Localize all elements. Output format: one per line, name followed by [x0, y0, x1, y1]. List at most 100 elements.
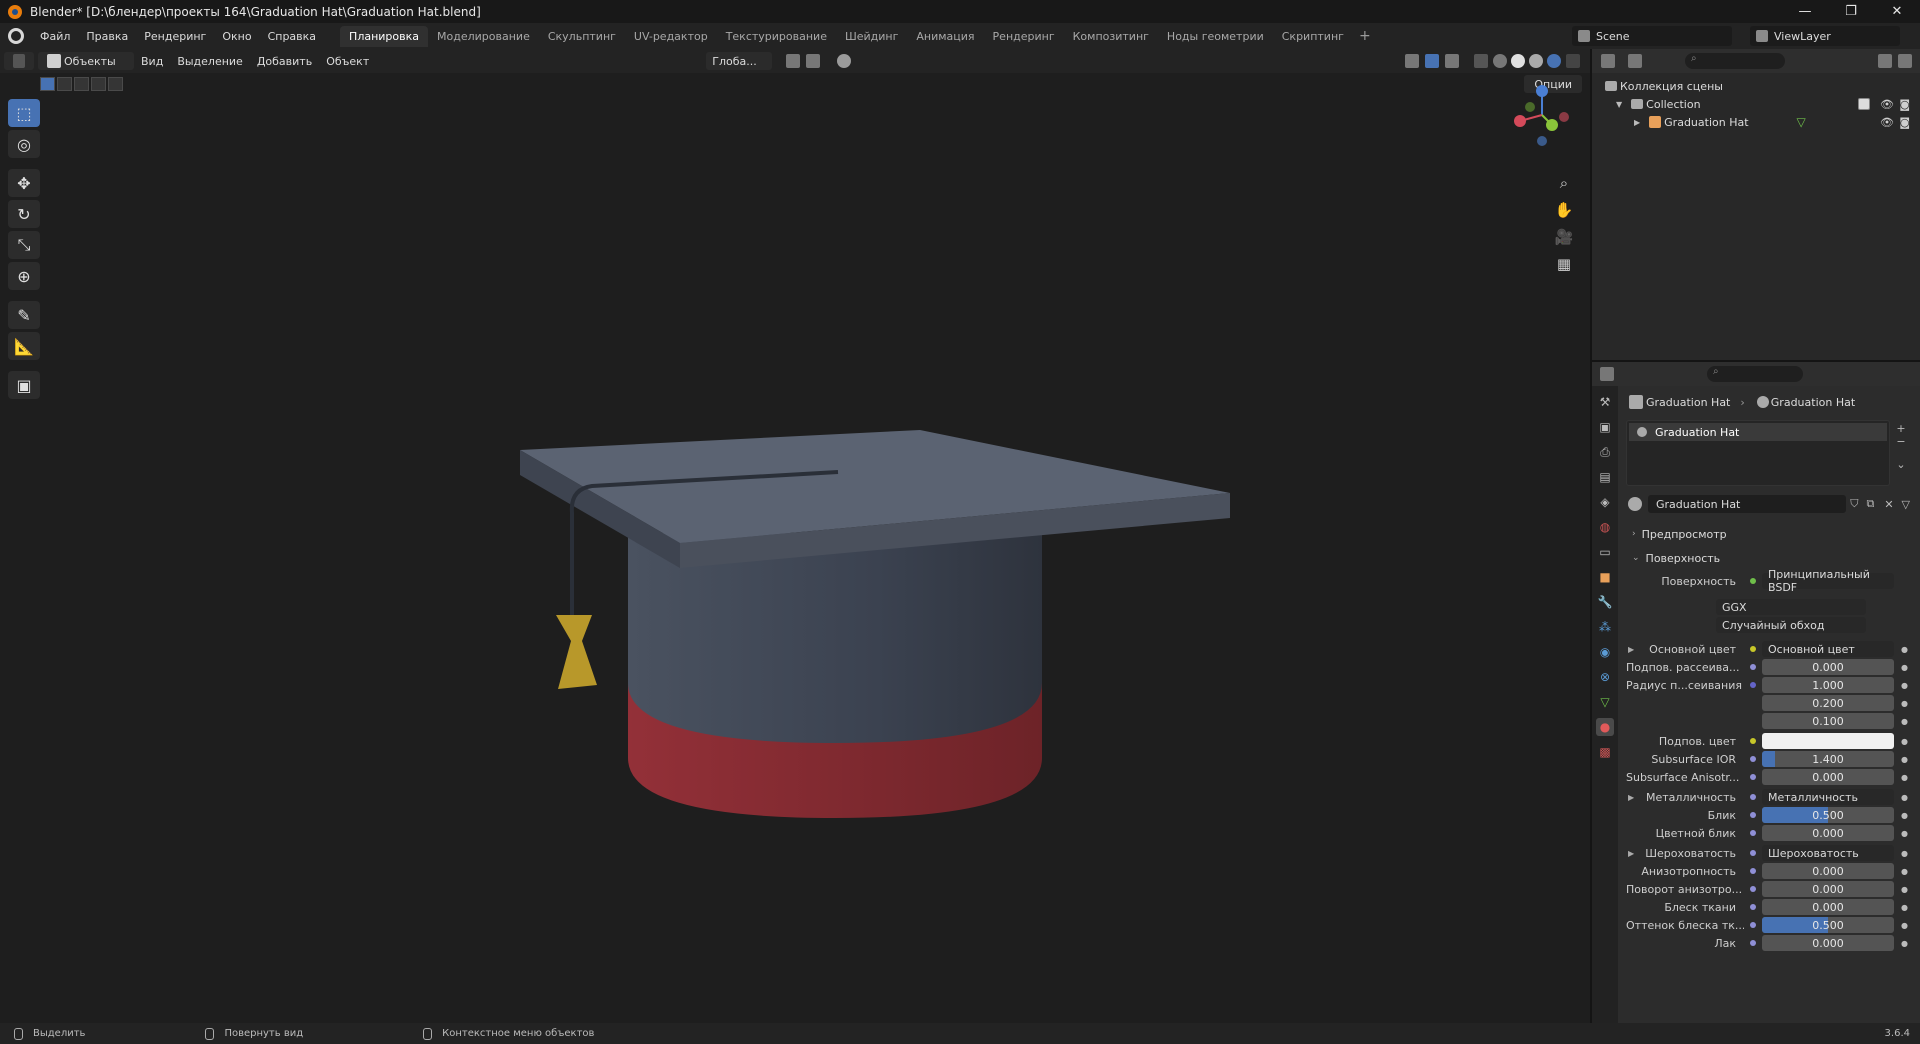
select-invert-icon[interactable]: [91, 77, 106, 91]
outliner-collection[interactable]: ▼ Collection 👁 ◙: [1592, 95, 1920, 113]
bsdf-value-field[interactable]: 0.100: [1762, 713, 1894, 729]
navigation-gizmo[interactable]: [1500, 81, 1570, 147]
tab-rendering[interactable]: Рендеринг: [984, 26, 1064, 47]
z-axis-icon[interactable]: [1536, 85, 1548, 97]
socket-dot-icon[interactable]: [1750, 682, 1756, 688]
keyframe-dot-icon[interactable]: ●: [1901, 663, 1908, 672]
outliner-scene-collection[interactable]: Коллекция сцены: [1592, 77, 1920, 95]
material-name-field[interactable]: Graduation Hat: [1648, 495, 1847, 513]
keyframe-dot-icon[interactable]: ●: [1901, 737, 1908, 746]
particles-tab-icon[interactable]: ⁂: [1596, 618, 1614, 636]
socket-dot-icon[interactable]: [1750, 774, 1756, 780]
mode-selector[interactable]: Объекты: [38, 52, 134, 70]
keyframe-dot-icon[interactable]: ●: [1901, 903, 1908, 912]
duplicate-material-icon[interactable]: ⧉: [1866, 497, 1874, 511]
socket-dot-icon[interactable]: [1750, 664, 1756, 670]
socket-dot-icon[interactable]: [1750, 812, 1756, 818]
exclude-checkbox[interactable]: [1858, 98, 1870, 110]
bsdf-link-field[interactable]: Металличность: [1762, 789, 1894, 805]
pan-hand-icon[interactable]: ✋: [1554, 200, 1574, 220]
bsdf-link-field[interactable]: Шероховатость: [1762, 845, 1894, 861]
menu-render[interactable]: Рендеринг: [136, 30, 214, 43]
tab-modeling[interactable]: Моделирование: [428, 26, 539, 47]
tab-scripting[interactable]: Скриптинг: [1273, 26, 1353, 47]
tab-sculpting[interactable]: Скульптинг: [539, 26, 625, 47]
distribution-dropdown[interactable]: GGX: [1716, 599, 1866, 615]
wireframe-shading-icon[interactable]: [1493, 54, 1507, 68]
preview-panel-header[interactable]: › Предпросмотр: [1626, 524, 1912, 544]
output-tab-icon[interactable]: ⎙: [1596, 443, 1614, 461]
editor-type-button[interactable]: [4, 52, 34, 70]
bsdf-value-field[interactable]: 0.200: [1762, 695, 1894, 711]
socket-dot-icon[interactable]: [1750, 646, 1756, 652]
camera-view-icon[interactable]: 🎥: [1554, 227, 1574, 247]
surface-panel-header[interactable]: ⌄ Поверхность: [1626, 548, 1912, 568]
add-cube-tool[interactable]: ▣: [8, 371, 40, 399]
keyframe-dot-icon[interactable]: ●: [1901, 829, 1908, 838]
socket-dot-icon[interactable]: [1750, 738, 1756, 744]
data-tab-icon[interactable]: ▽: [1596, 693, 1614, 711]
bsdf-value-field[interactable]: 0.500: [1762, 917, 1894, 933]
collection-tab-icon[interactable]: ▭: [1596, 543, 1614, 561]
menu-view[interactable]: Вид: [134, 55, 170, 68]
select-box-tool[interactable]: ⬚: [8, 99, 40, 127]
socket-dot-icon[interactable]: [1750, 830, 1756, 836]
cursor-tool[interactable]: ◎: [8, 130, 40, 158]
keyframe-dot-icon[interactable]: ●: [1901, 885, 1908, 894]
outliner-object-graduation-hat[interactable]: ▶ Graduation Hat ▽ 👁 ◙: [1592, 113, 1920, 131]
minimize-button[interactable]: —: [1782, 0, 1828, 23]
x-axis-icon[interactable]: [1514, 115, 1526, 127]
maximize-button[interactable]: ❐: [1828, 0, 1874, 23]
neg-y-axis-icon[interactable]: [1525, 102, 1535, 112]
socket-dot-icon[interactable]: [1750, 794, 1756, 800]
color-swatch[interactable]: [1762, 733, 1894, 749]
world-tab-icon[interactable]: ◍: [1596, 518, 1614, 536]
keyframe-dot-icon[interactable]: ●: [1901, 699, 1908, 708]
snap-icon[interactable]: [806, 54, 821, 68]
socket-dot-icon[interactable]: [1750, 886, 1756, 892]
bsdf-value-field[interactable]: 0.000: [1762, 935, 1894, 951]
keyframe-dot-icon[interactable]: ●: [1901, 717, 1908, 726]
neg-x-axis-icon[interactable]: [1559, 112, 1569, 122]
add-workspace-button[interactable]: +: [1353, 28, 1377, 44]
keyframe-dot-icon[interactable]: ●: [1901, 645, 1908, 654]
proportional-edit-icon[interactable]: [837, 54, 852, 68]
solid-shading-icon[interactable]: [1511, 54, 1525, 68]
socket-dot-icon[interactable]: [1750, 868, 1756, 874]
scene-tab-icon[interactable]: ◈: [1596, 493, 1614, 511]
neg-z-axis-icon[interactable]: [1537, 136, 1547, 146]
link-data-icon[interactable]: ▽: [1902, 498, 1910, 511]
display-mode-icon[interactable]: [1628, 54, 1642, 68]
bsdf-value-field[interactable]: 1.400: [1762, 751, 1894, 767]
select-subtract-icon[interactable]: [74, 77, 89, 91]
socket-dot-icon[interactable]: [1750, 850, 1756, 856]
modifier-tab-icon[interactable]: 🔧: [1596, 593, 1614, 611]
material-tab-icon[interactable]: ●: [1596, 718, 1614, 736]
add-slot-button[interactable]: +: [1890, 422, 1912, 435]
rotate-tool[interactable]: ↻: [8, 200, 40, 228]
scene-selector[interactable]: Scene: [1572, 26, 1732, 46]
outliner-editor-icon[interactable]: [1601, 54, 1615, 68]
subsurface-method-dropdown[interactable]: Случайный обход: [1716, 617, 1866, 633]
visibility-eye-icon[interactable]: 👁: [1880, 98, 1894, 111]
bsdf-value-field[interactable]: 0.500: [1762, 807, 1894, 823]
keyframe-dot-icon[interactable]: ●: [1901, 793, 1908, 802]
mesh-data-icon[interactable]: ▽: [1797, 115, 1806, 129]
menu-select[interactable]: Выделение: [170, 55, 250, 68]
object-tab-icon[interactable]: ■: [1596, 568, 1614, 586]
bsdf-link-field[interactable]: Основной цвет: [1762, 641, 1894, 657]
socket-dot-icon[interactable]: [1750, 756, 1756, 762]
bsdf-value-field[interactable]: 0.000: [1762, 899, 1894, 915]
keyframe-dot-icon[interactable]: ●: [1901, 681, 1908, 690]
outliner-search-input[interactable]: ⌕: [1685, 53, 1785, 69]
socket-dot-icon[interactable]: [1750, 922, 1756, 928]
tab-texture-paint[interactable]: Текстурирование: [717, 26, 836, 47]
surface-shader-field[interactable]: Принципиальный BSDF: [1762, 568, 1894, 594]
pivot-icon[interactable]: [786, 54, 801, 68]
keyframe-dot-icon[interactable]: ●: [1901, 867, 1908, 876]
tool-tab-icon[interactable]: ⚒: [1596, 393, 1614, 411]
close-button[interactable]: ✕: [1874, 0, 1920, 23]
menu-edit[interactable]: Правка: [78, 30, 136, 43]
filter-icon[interactable]: [1878, 54, 1892, 68]
texture-tab-icon[interactable]: ▩: [1596, 743, 1614, 761]
